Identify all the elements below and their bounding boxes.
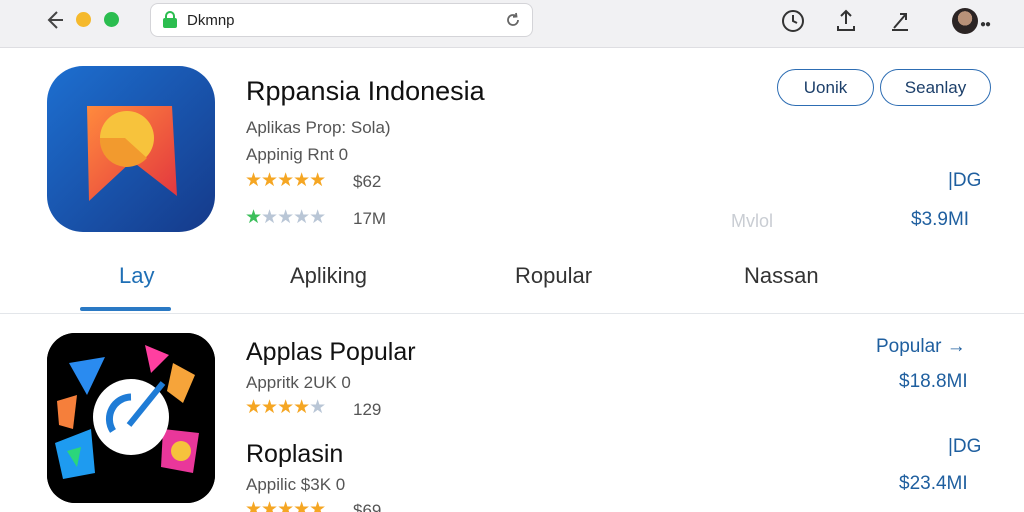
list-item-stars: ★★★★★ — [245, 397, 326, 418]
list-item-stars-2: ★★★★★ — [245, 499, 326, 512]
tab-lay[interactable]: Lay — [119, 263, 154, 289]
window-minimize-dot[interactable] — [76, 12, 91, 27]
avatar[interactable] — [952, 8, 978, 34]
app-subtitle-2: Appinig Rnt 0 — [246, 145, 349, 164]
clock-icon[interactable] — [780, 8, 806, 34]
tab-nassan[interactable]: Nassan — [744, 263, 819, 289]
back-arrow-icon[interactable] — [42, 8, 66, 32]
list-item-price-2: $23.4MI — [899, 473, 968, 494]
secondary-button[interactable]: Seanlay — [880, 69, 991, 106]
window-zoom-dot[interactable] — [104, 12, 119, 27]
primary-button[interactable]: Uonik — [777, 69, 874, 106]
rating-stars: ★★★★★ — [245, 170, 326, 191]
list-item-sub: Appritk 2UK 0 — [246, 373, 351, 392]
tab-bar: Lay Apliking Ropular Nassan — [0, 252, 1024, 314]
list-item-rating: 129 — [353, 400, 382, 419]
review-stars: ★★★★★ — [245, 207, 326, 228]
menu-dots-icon[interactable]: ●● — [980, 19, 991, 30]
tab-apliking[interactable]: Apliking — [290, 263, 367, 289]
app-price: $3.9MI — [911, 209, 970, 230]
list-item-title-2[interactable]: Roplasin — [246, 440, 343, 469]
app-subtitle: Aplikas Prop: Sola) — [246, 118, 391, 137]
app-tag: |DG — [948, 170, 982, 191]
reviews-count: 17M — [353, 209, 387, 228]
rating-text: $62 — [353, 172, 382, 191]
download-icon[interactable] — [833, 8, 859, 34]
url-text[interactable]: Dkmnp — [187, 12, 235, 29]
faded-label: Mvlol — [731, 211, 774, 231]
list-item-rating-2: $69 — [353, 501, 382, 512]
list-item-price: $18.8MI — [899, 371, 968, 392]
app-icon — [47, 66, 215, 232]
app-title: Rppansia Indonesia — [246, 76, 485, 106]
tab-ropular[interactable]: Ropular — [515, 263, 592, 289]
list-item-tag-2: |DG — [948, 436, 982, 457]
popular-link[interactable]: Popular → — [876, 336, 966, 358]
lock-icon — [163, 11, 177, 28]
browser-toolbar: Dkmnp ●● — [0, 0, 1024, 48]
list-item-title[interactable]: Applas Popular — [246, 338, 416, 367]
reload-icon[interactable] — [504, 11, 522, 29]
list-item-sub-2: Appilic $3K 0 — [246, 475, 346, 494]
active-tab-indicator — [80, 307, 171, 311]
list-app-icon — [47, 333, 215, 503]
share-icon[interactable] — [888, 8, 914, 34]
address-bar[interactable]: Dkmnp — [150, 3, 533, 37]
